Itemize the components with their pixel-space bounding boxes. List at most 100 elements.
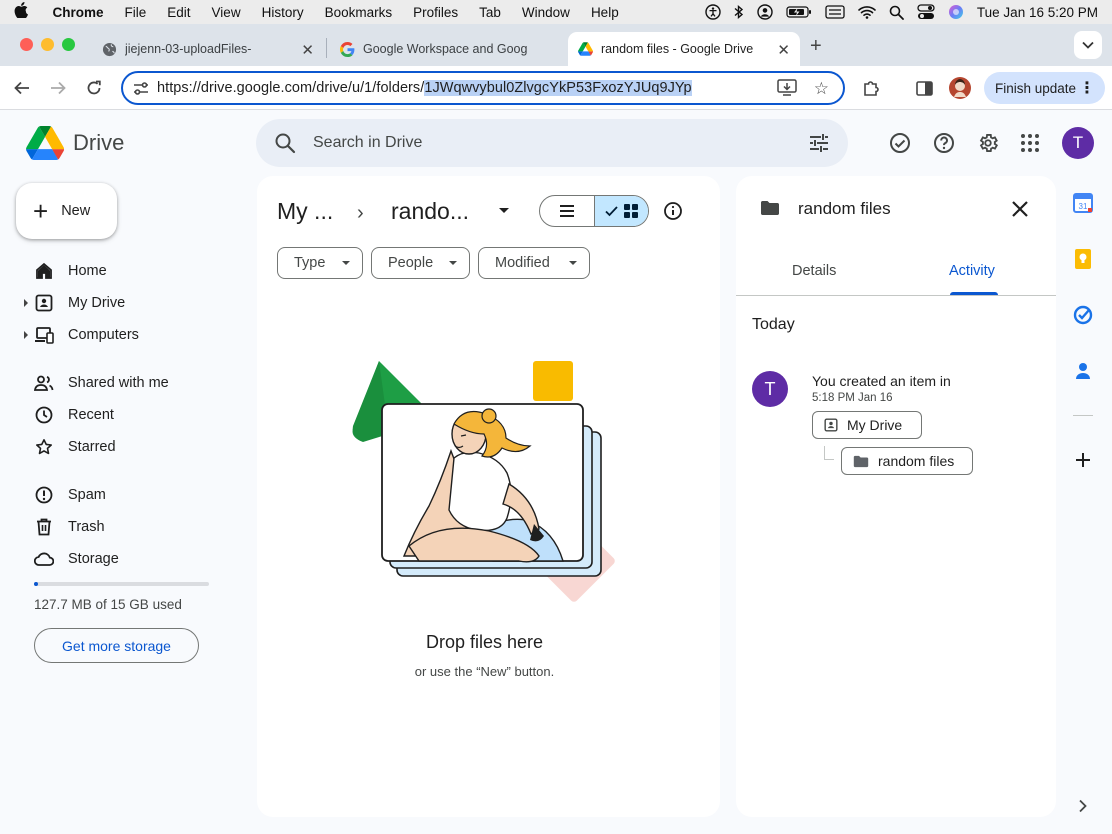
url-text[interactable]: https://drive.google.com/drive/u/1/folde… <box>157 80 692 96</box>
control-center-icon[interactable] <box>917 4 935 20</box>
sidebar-item-trash[interactable]: Trash <box>22 511 232 543</box>
keep-app-button[interactable] <box>1072 248 1094 270</box>
show-side-panel-button[interactable] <box>1072 795 1094 817</box>
menu-file[interactable]: File <box>114 5 157 20</box>
sidebar-item-storage[interactable]: Storage <box>22 543 232 575</box>
search-placeholder[interactable]: Search in Drive <box>313 134 422 152</box>
home-icon <box>34 261 54 281</box>
address-bar[interactable]: https://drive.google.com/drive/u/1/folde… <box>121 71 845 105</box>
grid-view-button[interactable] <box>593 196 648 226</box>
filter-type-label: Type <box>294 255 326 271</box>
list-view-button[interactable] <box>540 196 594 226</box>
sidebar-item-starred[interactable]: Starred <box>22 431 232 463</box>
menu-bar-clock[interactable]: Tue Jan 16 5:20 PM <box>977 5 1098 20</box>
zoom-window-button[interactable] <box>62 38 75 51</box>
contacts-app-button[interactable] <box>1072 360 1094 382</box>
bookmark-star-icon[interactable]: ☆ <box>814 79 829 99</box>
menu-profiles[interactable]: Profiles <box>403 5 469 20</box>
plus-icon <box>1076 453 1090 467</box>
tasks-icon <box>1073 305 1093 325</box>
sidebar-item-recent[interactable]: Recent <box>22 399 232 431</box>
plus-icon: + <box>33 196 49 226</box>
keyboard-input-icon[interactable] <box>825 5 845 19</box>
finish-update-button[interactable]: Finish update ⋮ <box>984 72 1105 104</box>
menu-view[interactable]: View <box>201 5 251 20</box>
forward-button[interactable] <box>46 76 70 100</box>
apple-icon[interactable] <box>0 2 42 22</box>
globe-icon <box>101 41 117 57</box>
sidebar-item-computers[interactable]: Computers <box>22 319 232 351</box>
browser-tab-2[interactable]: Google Workspace and Goog <box>330 32 562 66</box>
extensions-button[interactable] <box>859 76 883 100</box>
tab-activity[interactable]: Activity <box>949 263 995 279</box>
sidebar-item-spam[interactable]: Spam <box>22 479 232 511</box>
computers-icon <box>34 325 54 345</box>
new-button[interactable]: + New <box>16 183 117 239</box>
close-icon[interactable] <box>1009 198 1031 220</box>
menu-tab[interactable]: Tab <box>469 5 512 20</box>
new-tab-button[interactable]: + <box>810 35 822 58</box>
folder-actions-dropdown-icon[interactable] <box>499 208 509 213</box>
tab-search-button[interactable] <box>1074 31 1102 59</box>
calendar-app-button[interactable]: 31 <box>1072 192 1094 214</box>
search-icon[interactable] <box>274 132 296 154</box>
filter-type[interactable]: Type <box>277 247 363 279</box>
reload-button[interactable] <box>82 76 106 100</box>
activity-parent-chip[interactable]: My Drive <box>812 411 922 439</box>
sidebar-item-home[interactable]: Home <box>22 255 232 287</box>
filter-people-label: People <box>388 255 434 271</box>
install-app-icon[interactable] <box>777 79 797 97</box>
siri-icon[interactable] <box>948 4 964 20</box>
filter-modified[interactable]: Modified <box>478 247 590 279</box>
expand-arrow-icon[interactable] <box>24 299 28 307</box>
get-add-ons-button[interactable] <box>1072 449 1094 471</box>
spotlight-search-icon[interactable] <box>889 5 904 20</box>
sidebar-item-my-drive[interactable]: My Drive <box>22 287 232 319</box>
minimize-window-button[interactable] <box>41 38 54 51</box>
profile-button[interactable] <box>948 76 972 100</box>
close-tab-icon[interactable]: ✕ <box>777 41 790 59</box>
menu-history[interactable]: History <box>251 5 314 20</box>
search-options-icon[interactable] <box>808 132 830 154</box>
ready-for-offline-button[interactable] <box>887 130 913 156</box>
expand-arrow-icon[interactable] <box>24 331 28 339</box>
tasks-app-button[interactable] <box>1072 304 1094 326</box>
google-apps-button[interactable] <box>1017 130 1043 156</box>
tab-details[interactable]: Details <box>792 263 836 279</box>
browser-tab-active[interactable]: random files - Google Drive ✕ <box>568 32 800 66</box>
close-tab-icon[interactable]: ✕ <box>301 41 314 59</box>
arrow-left-icon <box>14 81 29 95</box>
storage-usage-fill <box>34 582 38 586</box>
side-panel-button[interactable] <box>912 76 936 100</box>
drive-search-bar[interactable]: Search in Drive <box>256 119 848 167</box>
browser-tab-1[interactable]: jiejenn-03-uploadFiles- ✕ <box>92 32 324 66</box>
help-button[interactable] <box>931 130 957 156</box>
sidebar-item-label: Trash <box>68 519 105 535</box>
sidebar-item-shared-with-me[interactable]: Shared with me <box>22 367 232 399</box>
get-more-storage-button[interactable]: Get more storage <box>34 628 199 663</box>
activity-child-chip[interactable]: random files <box>841 447 973 475</box>
drive-logo[interactable]: Drive <box>26 126 124 160</box>
menu-bookmarks[interactable]: Bookmarks <box>314 5 403 20</box>
battery-icon[interactable] <box>786 5 812 19</box>
close-window-button[interactable] <box>20 38 33 51</box>
apps-grid-icon <box>1021 134 1039 152</box>
menu-window[interactable]: Window <box>511 5 580 20</box>
back-button[interactable] <box>10 76 34 100</box>
wifi-icon[interactable] <box>858 5 876 19</box>
menu-edit[interactable]: Edit <box>157 5 201 20</box>
menu-app-name[interactable]: Chrome <box>42 5 114 20</box>
user-account-icon[interactable] <box>757 4 773 20</box>
site-info-icon[interactable] <box>133 81 149 96</box>
drive-icon <box>577 41 593 57</box>
account-avatar[interactable]: T <box>1062 127 1094 159</box>
breadcrumb-root[interactable]: My ... <box>277 198 333 225</box>
breadcrumb-current-folder[interactable]: rando... <box>391 198 469 225</box>
bluetooth-icon[interactable] <box>734 4 744 20</box>
more-vert-icon[interactable]: ⋮ <box>1079 78 1095 98</box>
accessibility-icon[interactable] <box>705 4 721 20</box>
filter-people[interactable]: People <box>371 247 470 279</box>
settings-button[interactable] <box>975 130 1001 156</box>
info-icon[interactable] <box>663 201 683 221</box>
menu-help[interactable]: Help <box>580 5 629 20</box>
